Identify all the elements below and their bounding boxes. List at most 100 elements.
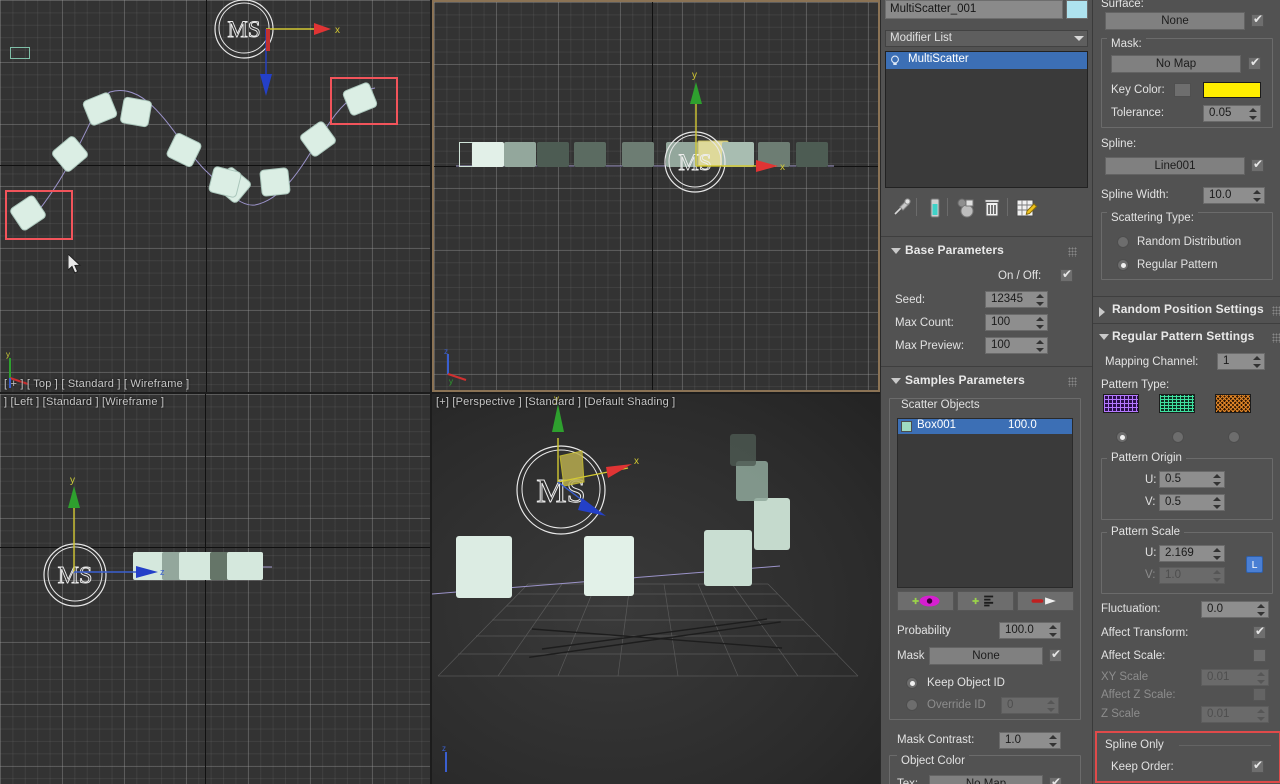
keep-object-id-radio[interactable] [906,677,918,689]
spline-enabled-checkbox[interactable] [1251,157,1264,172]
mask-map-button[interactable]: No Map [1111,55,1241,73]
rollout-base-parameters-header[interactable]: Base Parameters [891,243,1081,261]
rollout-random-position-settings-header[interactable]: Random Position Settings [1099,302,1280,320]
move-gizmo[interactable]: y x [520,394,670,534]
spinner-arrows-icon[interactable] [1257,671,1266,685]
modifier-stack-list[interactable]: MultiScatter [885,51,1088,188]
mask-enabled-checkbox[interactable] [1049,647,1062,662]
spinner-arrows-icon[interactable] [1257,708,1266,722]
viewport-top[interactable]: MS x y [ + ] [ Top ] [Standard] [Wire… [0,0,430,392]
spline-width-input[interactable]: 10.0 [1203,187,1265,204]
spline-button[interactable]: Line001 [1105,157,1245,175]
z-scale-value: 0.01 [1207,708,1230,720]
spinner-arrows-icon[interactable] [1253,355,1262,369]
pin-stack-icon[interactable] [889,196,913,220]
spinner-arrows-icon[interactable] [1036,339,1045,353]
lightbulb-icon[interactable] [890,55,902,66]
surface-button[interactable]: None [1105,12,1245,30]
spinner-arrows-icon[interactable] [1213,473,1222,487]
spinner-arrows-icon[interactable] [1213,547,1222,561]
viewport-divider-horizontal[interactable] [0,392,880,394]
affect-z-scale-checkbox[interactable] [1253,688,1266,701]
keep-order-label: Keep Order: [1111,761,1174,773]
spinner-arrows-icon[interactable] [1036,293,1045,307]
tex-enabled-checkbox[interactable] [1049,775,1062,784]
remove-modifier-icon[interactable] [980,196,1004,220]
pattern-random-radio[interactable] [1228,431,1240,443]
spinner-arrows-icon[interactable] [1049,624,1058,638]
pattern-scale-lock-button[interactable]: L [1246,556,1263,573]
rollout-regular-pattern-settings-header[interactable]: Regular Pattern Settings [1099,329,1280,347]
list-item[interactable]: Box001 100.0 [898,419,1072,434]
viewport-front[interactable]: MS y x z y [432,0,880,392]
spinner-arrows-icon[interactable] [1213,569,1222,583]
probability-input[interactable]: 100.0 [999,622,1061,639]
viewport-perspective[interactable]: MS y x z [+] [Perspective ] [Standard ] … [432,394,880,784]
regular-pattern-radio[interactable] [1117,259,1129,271]
object-color-swatch[interactable] [1066,0,1088,19]
svg-text:z: z [160,567,165,577]
move-gizmo[interactable]: x [236,14,346,114]
object-color-swatch[interactable] [901,421,912,432]
z-scale-input[interactable]: 0.01 [1201,706,1269,723]
spinner-arrows-icon[interactable] [1036,316,1045,330]
pattern-origin-v-input[interactable]: 0.5 [1159,494,1225,511]
add-object-button[interactable] [897,591,954,611]
move-gizmo[interactable]: y x [666,64,796,179]
mask-map-button[interactable]: None [929,647,1043,665]
pattern-grid-radio[interactable] [1116,431,1128,443]
spinner-arrows-icon[interactable] [1249,107,1258,121]
toolbar-divider [916,198,917,216]
fluctuation-input[interactable]: 0.0 [1201,601,1269,618]
pattern-random-thumb[interactable] [1215,394,1251,413]
modifier-stack-item-multiscatter[interactable]: MultiScatter [886,52,1087,69]
pattern-scale-u-value: 2.169 [1165,547,1194,559]
axis-tripod-icon: z [442,744,447,772]
pattern-staggered-radio[interactable] [1172,431,1184,443]
spinner-arrows-icon[interactable] [1253,189,1262,203]
tex-map-button[interactable]: No Map [929,775,1043,784]
viewport-left[interactable]: MS y z ] [Left ] [Standard ] [Wireframe … [0,394,430,784]
modifier-list-dropdown[interactable]: Modifier List [885,30,1088,47]
key-color-swatch[interactable] [1203,82,1261,98]
spinner-arrows-icon[interactable] [1257,603,1266,617]
delete-object-icon [1031,597,1056,605]
override-id-radio[interactable] [906,699,918,711]
spinner-arrows-icon[interactable] [1047,699,1056,713]
override-id-input[interactable]: 0 [1001,697,1059,714]
mask-map-enabled-checkbox[interactable] [1248,55,1261,70]
surface-enabled-checkbox[interactable] [1251,12,1264,27]
max-count-input[interactable]: 100 [985,314,1048,331]
mapping-channel-input[interactable]: 1 [1217,353,1265,370]
edit-list-button[interactable] [957,591,1014,611]
configure-modifier-sets-icon[interactable] [1014,196,1038,220]
move-gizmo[interactable]: y z [44,472,174,587]
pattern-scale-u-input[interactable]: 2.169 [1159,545,1225,562]
tolerance-value: 0.05 [1209,107,1232,119]
affect-scale-checkbox[interactable] [1253,649,1266,662]
mask-contrast-input[interactable]: 1.0 [999,732,1061,749]
spinner-arrows-icon[interactable] [1213,496,1222,510]
seed-input[interactable]: 12345 [985,291,1048,308]
random-distribution-radio[interactable] [1117,236,1129,248]
keep-order-checkbox[interactable] [1251,758,1264,773]
override-id-value: 0 [1007,699,1014,711]
pattern-grid-thumb[interactable] [1103,394,1139,413]
spinner-arrows-icon[interactable] [1049,734,1058,748]
rollout-samples-parameters-header[interactable]: Samples Parameters [891,373,1081,391]
toolbar-divider [1007,198,1008,216]
object-name-field[interactable]: MultiScatter_001 [885,0,1063,19]
make-unique-icon[interactable] [953,196,977,220]
scatter-objects-list[interactable]: Box001 100.0 [897,418,1073,588]
show-end-result-icon[interactable] [923,196,947,220]
xy-scale-input[interactable]: 0.01 [1201,669,1269,686]
tolerance-input[interactable]: 0.05 [1203,105,1261,122]
pattern-scale-v-input[interactable]: 1.0 [1159,567,1225,584]
on-off-checkbox[interactable] [1060,267,1073,282]
pattern-origin-u-input[interactable]: 0.5 [1159,471,1225,488]
max-preview-input[interactable]: 100 [985,337,1048,354]
delete-object-button[interactable] [1017,591,1074,611]
pattern-staggered-thumb[interactable] [1159,394,1195,413]
key-color-picker-icon[interactable] [1174,83,1191,97]
affect-transform-checkbox[interactable] [1253,624,1266,639]
